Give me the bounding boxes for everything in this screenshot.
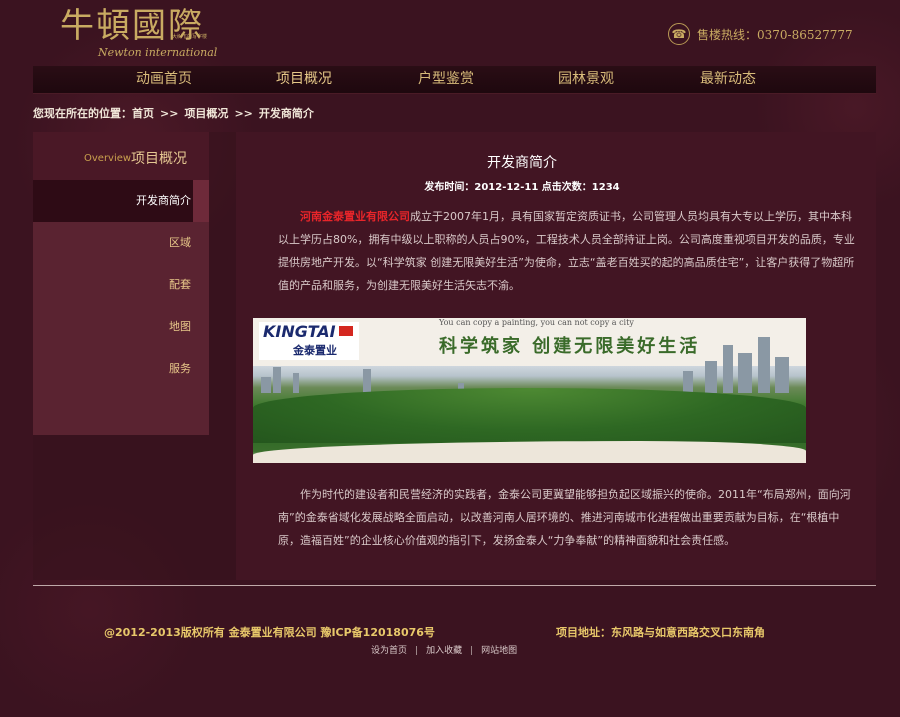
sales-hotline: ☎ 售楼热线：0370-86527777	[668, 22, 853, 46]
city-building	[723, 345, 733, 393]
logo-english: Newton international	[98, 46, 218, 59]
phone-icon: ☎	[668, 23, 690, 45]
main-nav: 动画首页 项目概况 户型鉴赏 园林景观 最新动态	[33, 66, 876, 94]
footer-copyright: @2012-2013版权所有 金泰置业有限公司 豫ICP备12018076号	[104, 626, 435, 639]
breadcrumb-overview[interactable]: 项目概况	[184, 107, 228, 120]
hotline-text: 售楼热线：0370-86527777	[697, 27, 853, 42]
sidebar-item-label: 区域	[169, 236, 191, 249]
nav-item-news[interactable]: 最新动态	[673, 66, 783, 93]
banner-tagline: You can copy a painting, you can not cop…	[439, 318, 634, 327]
sidebar-header: Overview 项目概况	[33, 132, 209, 180]
footer-divider	[33, 585, 876, 586]
city-building	[261, 377, 271, 393]
city-building	[363, 369, 371, 393]
breadcrumb-prefix: 您现在所在的位置：	[33, 107, 132, 120]
city-building	[683, 371, 693, 393]
city-building	[293, 373, 299, 393]
city-building	[705, 361, 717, 393]
sidebar-overview-label: Overview	[84, 153, 132, 164]
logo-chinese: 牛頓國際	[60, 6, 204, 46]
banner-image: KINGTAI 金泰置业 You can copy a painting, yo…	[253, 318, 806, 463]
article-meta: 发布时间：2012-12-11 点击次数：1234	[424, 182, 620, 193]
city-building	[273, 367, 281, 393]
footer-link-separator: |	[470, 646, 474, 656]
article-paragraph: 作为时代的建设者和民营经济的实践者，金泰公司更冀望能够担负起区域振兴的使命。20…	[278, 488, 851, 547]
sidebar: Overview 项目概况 开发商简介 区域 配套 地图 服务	[33, 132, 209, 435]
sidebar-item-label: 配套	[169, 278, 191, 291]
park-trees	[253, 388, 806, 443]
sidebar-item-developer[interactable]: 开发商简介	[33, 180, 209, 222]
footer-address: 项目地址：东风路与如意西路交叉口东南角	[556, 626, 765, 639]
city-building	[738, 353, 752, 393]
article-paragraph: 河南金泰置业有限公司成立于2007年1月，具有国家暂定资质证书，公司管理人员均具…	[278, 205, 858, 297]
footer-links: 设为首页 | 加入收藏 | 网站地图	[371, 643, 517, 656]
city-building	[758, 337, 770, 393]
city-building	[775, 357, 789, 393]
sidebar-item-facilities[interactable]: 配套	[33, 264, 209, 306]
banner-logo-cn: 金泰置业	[293, 344, 337, 357]
footer-link-separator: |	[415, 646, 419, 656]
breadcrumb: 您现在所在的位置：首页 >> 项目概况 >> 开发商简介	[33, 105, 314, 121]
kingtai-logo: KINGTAI 金泰置业	[259, 322, 359, 360]
sidebar-item-region[interactable]: 区域	[33, 222, 209, 264]
banner-slogan: 科学筑家 创建无限美好生活	[439, 336, 701, 357]
sitemap-link[interactable]: 网站地图	[481, 646, 517, 656]
company-name: 河南金泰置业有限公司	[300, 210, 410, 223]
set-homepage-link[interactable]: 设为首页	[371, 646, 407, 656]
breadcrumb-separator: >>	[234, 107, 253, 120]
article-title: 开发商简介	[487, 155, 557, 171]
nav-item-landscape[interactable]: 园林景观	[531, 66, 641, 93]
sidebar-item-map[interactable]: 地图	[33, 306, 209, 348]
breadcrumb-home[interactable]: 首页	[132, 107, 154, 120]
site-logo[interactable]: 牛頓國際 大树下的写字楼 Newton international	[60, 6, 245, 64]
nav-item-floorplans[interactable]: 户型鉴赏	[391, 66, 501, 93]
add-favorite-link[interactable]: 加入收藏	[426, 646, 462, 656]
logo-subtitle: 大树下的写字楼	[172, 34, 208, 40]
sidebar-item-label: 地图	[169, 320, 191, 333]
nav-item-overview[interactable]: 项目概况	[249, 66, 359, 93]
logo-red-mark	[339, 326, 353, 336]
nav-item-home[interactable]: 动画首页	[109, 66, 219, 93]
sidebar-item-service[interactable]: 服务	[33, 348, 209, 390]
sidebar-item-label: 开发商简介	[136, 194, 191, 207]
breadcrumb-separator: >>	[160, 107, 179, 120]
breadcrumb-current: 开发商简介	[258, 107, 314, 120]
sidebar-item-label: 服务	[169, 362, 191, 375]
park-road	[253, 441, 806, 463]
sidebar-title: 项目概况	[131, 151, 187, 167]
banner-logo-en: KINGTAI	[263, 322, 336, 341]
